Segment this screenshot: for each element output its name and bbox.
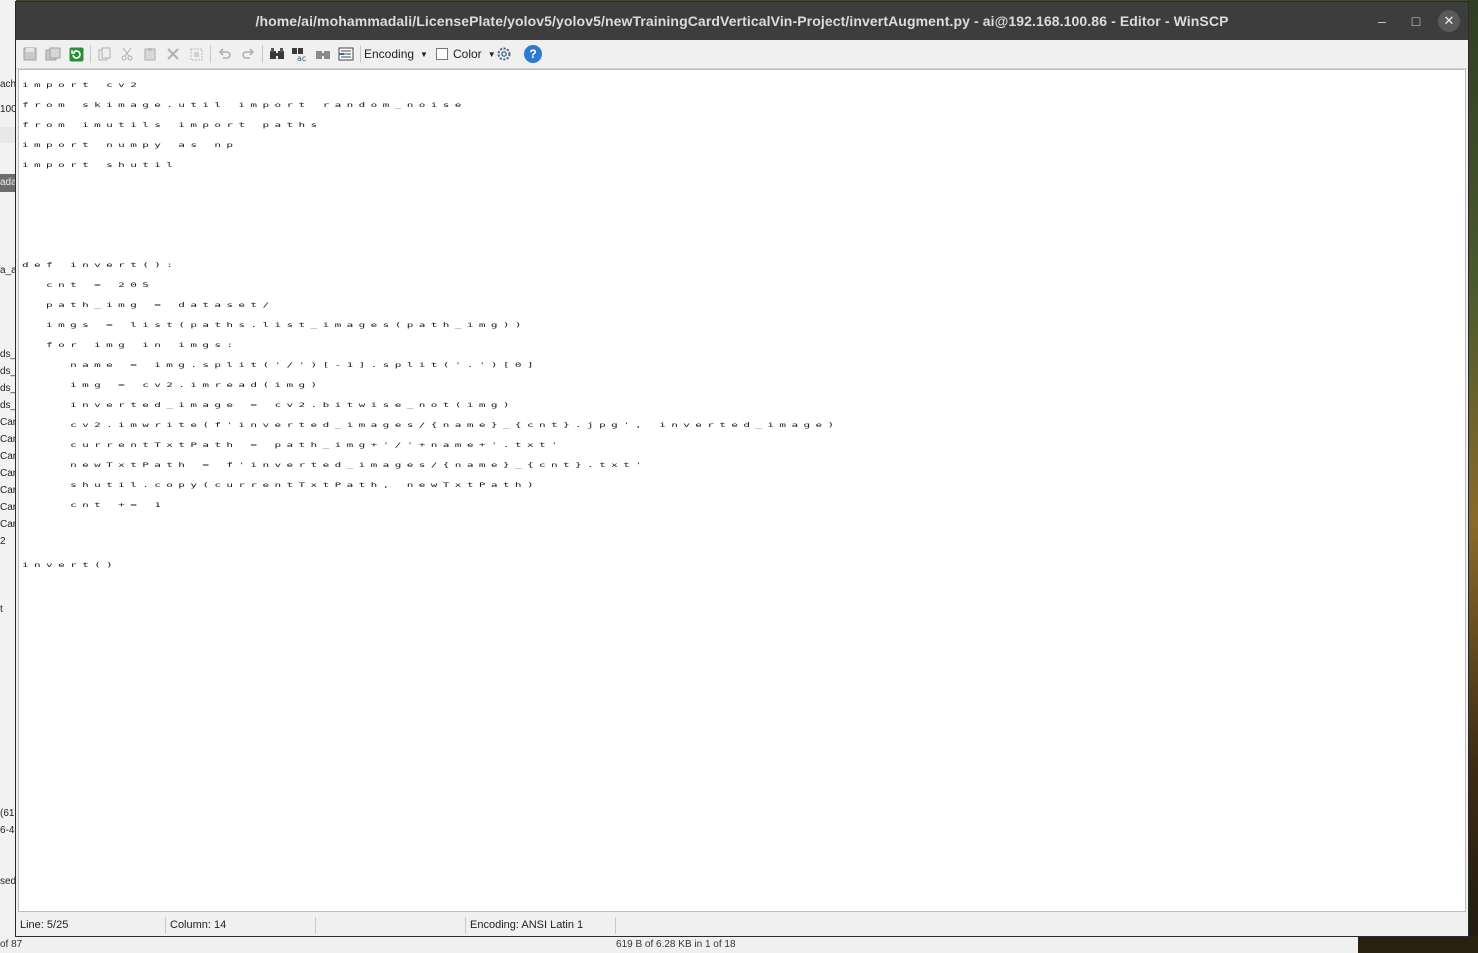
replace-icon[interactable]: ac <box>290 44 310 64</box>
code-line: shutil.copy(currentTxtPath, newTxtPath) <box>22 481 539 489</box>
bg-fragment: ds_r <box>0 400 16 411</box>
toolbar-separator <box>262 45 263 63</box>
desktop-background-corner <box>1358 936 1478 953</box>
code-line: inverted_image = cv2.bitwise_not(img) <box>22 401 515 409</box>
bg-file-count: of 87 <box>0 939 23 950</box>
bg-fragment: (61 <box>0 808 15 819</box>
color-checkbox[interactable] <box>436 48 448 60</box>
bg-fragment: sed <box>0 876 16 887</box>
bg-fragment: 100 <box>0 104 16 115</box>
color-label: Color <box>453 47 482 61</box>
bg-selection-size: 619 B of 6.28 KB in 1 of 18 <box>616 939 736 950</box>
bg-fragment: Card <box>0 451 16 462</box>
code-line: imgs = list(paths.list_images(path_img)) <box>22 321 527 329</box>
save-all-icon[interactable] <box>43 44 63 64</box>
color-dropdown[interactable]: Color ▼ <box>453 44 496 64</box>
bg-fragment: ds_5 <box>0 349 16 360</box>
code-line: for img in imgs: <box>22 341 239 349</box>
code-line: import cv2 <box>22 81 143 89</box>
bg-fragment: a_ai <box>0 265 16 276</box>
find-icon[interactable] <box>267 44 287 64</box>
code-line: currentTxtPath = path_img+'/'+name+'.txt… <box>22 441 564 449</box>
bg-fragment: Card <box>0 468 16 479</box>
maximize-button[interactable]: □ <box>1404 9 1428 33</box>
code-line: cnt += 1 <box>22 501 167 509</box>
code-line: cnt = 205 <box>22 281 155 289</box>
minimize-button[interactable]: – <box>1370 9 1394 33</box>
status-line: Line: 5/25 <box>16 917 166 934</box>
code-line: path_img = dataset/ <box>22 301 275 309</box>
status-bar: Line: 5/25 Column: 14 Encoding: ANSI Lat… <box>16 915 1468 936</box>
bg-fragment: adal <box>0 177 16 188</box>
help-icon[interactable]: ? <box>524 45 542 63</box>
background-winscp-window: achi 100 adal a_ai ds_5 ds_5 ds_r ds_r C… <box>0 0 16 953</box>
code-line: img = cv2.imread(img) <box>22 381 323 389</box>
bg-fragment: ds_5 <box>0 366 16 377</box>
status-empty <box>316 917 466 934</box>
bg-fragment: 2 <box>0 536 6 547</box>
find-next-icon[interactable] <box>313 44 333 64</box>
bg-fragment: ds_r <box>0 383 16 394</box>
reload-icon[interactable] <box>66 44 86 64</box>
editor-toolbar: ac Encoding ▼ Color ▼ ? <box>16 40 1468 69</box>
encoding-dropdown[interactable]: Encoding ▼ <box>364 44 428 64</box>
undo-icon[interactable] <box>215 44 235 64</box>
title-bar[interactable]: /home/ai/mohammadali/LicensePlate/yolov5… <box>16 2 1468 40</box>
bg-fragment: Card <box>0 417 16 428</box>
close-button[interactable]: ✕ <box>1438 10 1460 32</box>
chevron-down-icon: ▼ <box>420 50 428 59</box>
background-status-strip: of 87 619 B of 6.28 KB in 1 of 18 <box>0 936 1478 953</box>
bg-fragment: Card <box>0 485 16 496</box>
toolbar-separator <box>90 45 91 63</box>
delete-icon[interactable] <box>163 44 183 64</box>
encoding-label: Encoding <box>364 47 415 61</box>
bg-fragment: 6-4 <box>0 825 15 836</box>
goto-line-icon[interactable] <box>336 44 356 64</box>
code-line: def invert(): <box>22 261 179 269</box>
code-editor[interactable]: import cv2 from skimage.util import rand… <box>18 69 1466 912</box>
svg-text:ac: ac <box>297 54 306 62</box>
status-encoding: Encoding: ANSI Latin 1 <box>466 917 616 934</box>
code-line: name = img.split('/')[-1].split('.')[0] <box>22 361 539 369</box>
code-line: import shutil <box>22 161 179 169</box>
code-line: newTxtPath = f'inverted_images/{name}_{c… <box>22 461 648 469</box>
bg-fragment: achi <box>0 79 16 90</box>
select-all-icon[interactable] <box>186 44 206 64</box>
paste-icon[interactable] <box>140 44 160 64</box>
code-line: from imutils import paths <box>22 121 323 129</box>
code-line: invert() <box>22 561 119 569</box>
redo-icon[interactable] <box>238 44 258 64</box>
toolbar-separator <box>210 45 211 63</box>
settings-icon[interactable] <box>494 44 514 64</box>
status-column: Column: 14 <box>166 917 316 934</box>
copy-icon[interactable] <box>95 44 115 64</box>
bg-fragment: Card <box>0 519 16 530</box>
code-line: cv2.imwrite(f'inverted_images/{name}_{cn… <box>22 421 840 429</box>
toolbar-separator <box>360 45 361 63</box>
save-icon[interactable] <box>20 44 40 64</box>
bg-fragment: Card <box>0 434 16 445</box>
code-line: import numpy as np <box>22 141 239 149</box>
cut-icon[interactable] <box>117 44 137 64</box>
bg-filter-area <box>0 127 16 143</box>
bg-fragment: t <box>0 604 3 615</box>
editor-window: /home/ai/mohammadali/LicensePlate/yolov5… <box>16 2 1468 936</box>
code-line: from skimage.util import random_noise <box>22 101 467 109</box>
bg-fragment: Card <box>0 502 16 513</box>
desktop-background <box>1468 0 1478 953</box>
window-title: /home/ai/mohammadali/LicensePlate/yolov5… <box>255 13 1229 29</box>
